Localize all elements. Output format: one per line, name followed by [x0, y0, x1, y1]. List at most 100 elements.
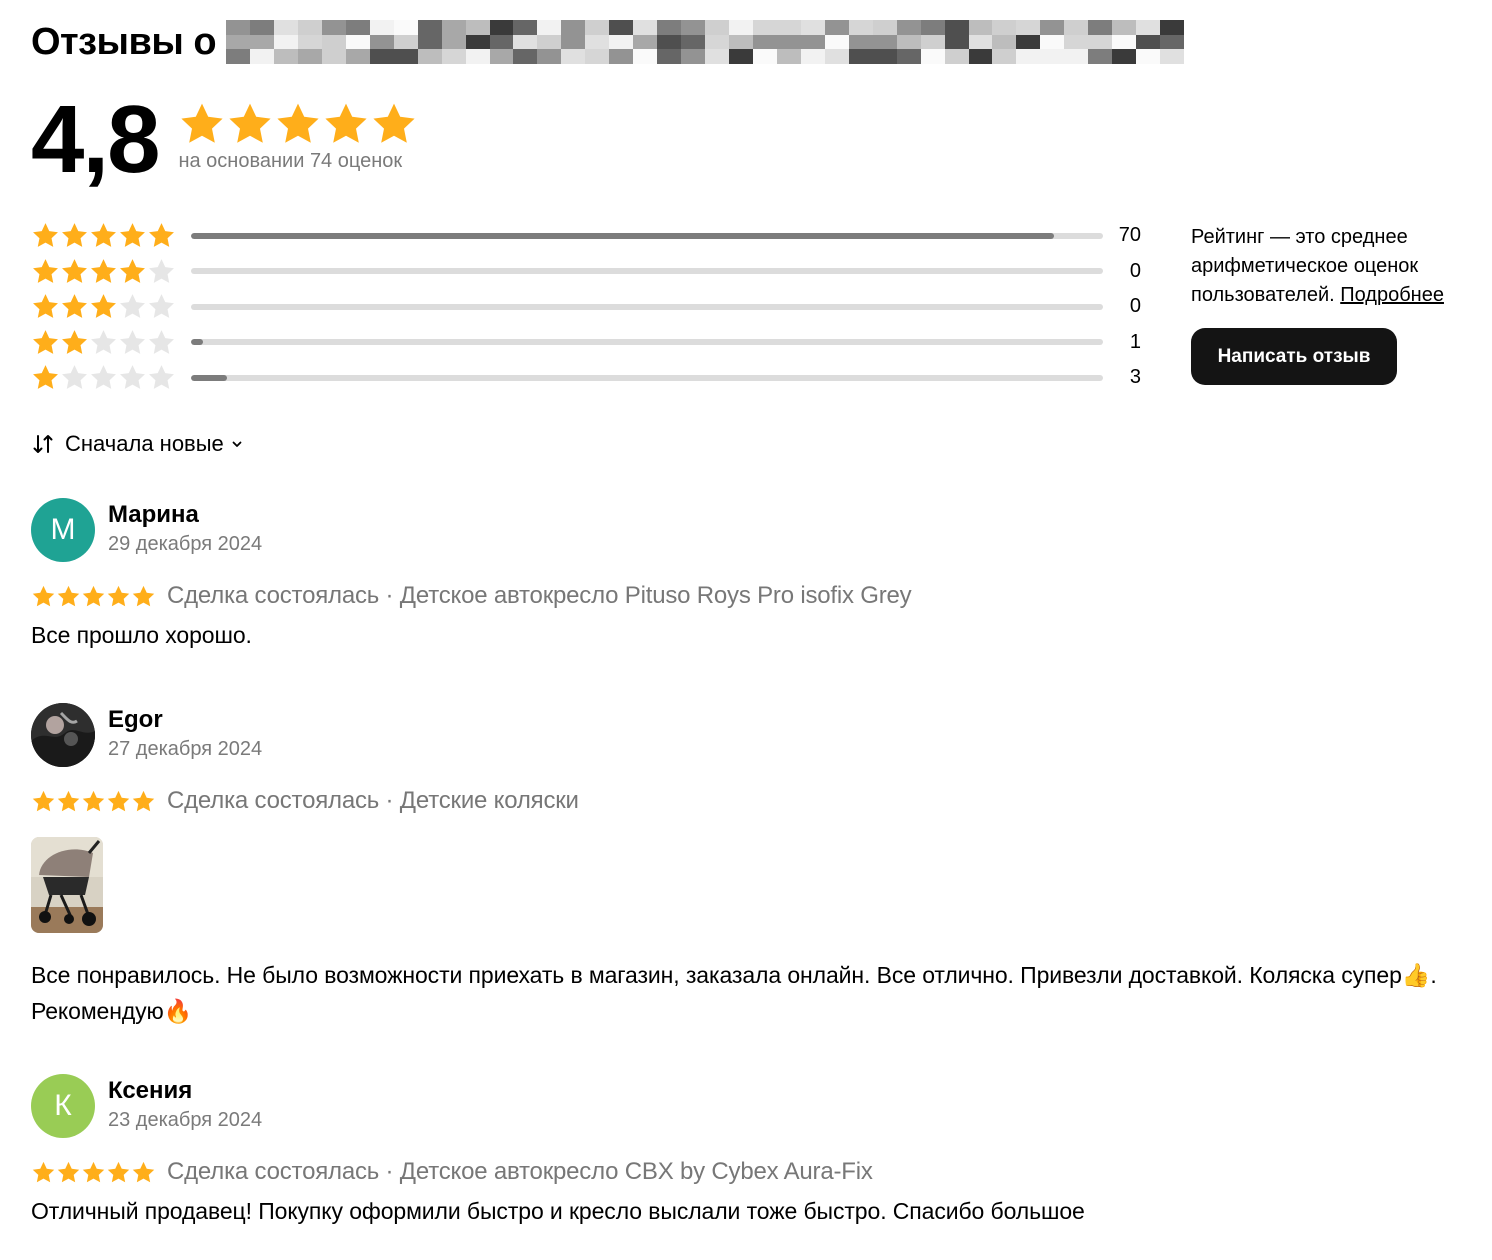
mosaic-cell: [441, 20, 466, 35]
star-filled-icon: [107, 790, 130, 811]
star-filled-icon: [149, 223, 174, 248]
mosaic-cell: [729, 20, 753, 35]
star-filled-icon: [181, 103, 224, 143]
star-filled-icon: [82, 790, 105, 811]
review-date: 27 декабря 2024: [108, 738, 263, 760]
mosaic-cell: [585, 20, 610, 35]
star-filled-icon: [277, 103, 320, 143]
mosaic-cell: [1088, 49, 1113, 64]
distribution-stars: [31, 328, 176, 357]
avatar[interactable]: К: [31, 1074, 95, 1138]
mosaic-cell: [1016, 34, 1041, 50]
sort-dropdown[interactable]: Сначала новые: [31, 428, 244, 460]
review-date: 29 декабря 2024: [108, 533, 263, 555]
stroller-photo-icon: [31, 837, 103, 933]
mosaic-cell: [513, 49, 538, 64]
mosaic-cell: [657, 20, 682, 35]
mosaic-cell: [1160, 49, 1185, 64]
mosaic-cell: [369, 34, 394, 50]
star-filled-icon: [132, 790, 155, 811]
deal-info: Сделка состоялась · Детское автокресло P…: [167, 582, 912, 609]
mosaic-cell: [657, 34, 682, 50]
star-empty-icon: [149, 258, 174, 283]
mosaic-cell: [920, 34, 945, 50]
avatar-photo-icon: [31, 703, 95, 767]
mosaic-cell: [489, 20, 514, 35]
star-filled-icon: [32, 1161, 55, 1182]
review-item: Egor 27 декабря 2024 Сделка состоялась ·…: [31, 703, 1461, 1029]
sort-icon: [33, 435, 53, 453]
star-filled-icon: [107, 585, 130, 606]
mosaic-cell: [1064, 49, 1089, 64]
mosaic-cell: [992, 34, 1017, 50]
star-empty-icon: [149, 365, 174, 390]
mosaic-cell: [633, 34, 658, 50]
distribution-row-2[interactable]: 1: [31, 325, 1141, 361]
distribution-row-5[interactable]: 70: [31, 218, 1141, 254]
mosaic-cell: [441, 34, 466, 50]
review-photo[interactable]: [31, 837, 103, 933]
mosaic-cell: [705, 49, 730, 64]
mosaic-cell: [226, 49, 251, 64]
avatar[interactable]: М: [31, 498, 95, 562]
reviewer-name[interactable]: Ксения: [108, 1076, 262, 1106]
mosaic-cell: [585, 49, 610, 64]
mosaic-cell: [992, 49, 1017, 64]
distribution-count: 0: [1129, 295, 1141, 318]
star-empty-icon: [120, 329, 145, 354]
reviewer-name[interactable]: Egor: [108, 705, 262, 735]
distribution-count: 70: [1118, 224, 1141, 247]
mosaic-cell: [297, 20, 322, 35]
mosaic-cell: [609, 20, 634, 35]
distribution-row-3[interactable]: 0: [31, 289, 1141, 325]
mosaic-cell: [226, 20, 251, 35]
mosaic-cell: [345, 49, 370, 64]
mosaic-cell: [752, 34, 777, 50]
chevron-down-icon: [232, 441, 242, 447]
distribution-bar: [191, 303, 1103, 310]
mosaic-cell: [465, 34, 490, 50]
mosaic-cell: [944, 20, 969, 35]
reviewer-name[interactable]: Марина: [108, 500, 262, 530]
star-filled-icon: [33, 329, 58, 354]
mosaic-cell: [633, 49, 658, 64]
mosaic-cell: [321, 34, 346, 50]
mosaic-cell: [513, 20, 538, 35]
distribution-row-4[interactable]: 0: [31, 254, 1141, 290]
mosaic-cell: [537, 34, 562, 50]
mosaic-cell: [369, 20, 394, 35]
mosaic-cell: [872, 20, 897, 35]
distribution-stars: [31, 257, 176, 286]
star-filled-icon: [57, 790, 80, 811]
mosaic-cell: [776, 20, 801, 35]
rating-summary: 4,8 на основании 74 оценок: [31, 92, 418, 188]
mosaic-cell: [273, 20, 298, 35]
reviews-header: Отзывы о: [31, 18, 1185, 66]
mosaic-cell: [657, 49, 682, 64]
star-filled-icon: [33, 258, 58, 283]
mosaic-cell: [776, 34, 801, 50]
avatar[interactable]: [31, 703, 95, 767]
mosaic-cell: [896, 20, 921, 35]
star-filled-icon: [62, 294, 87, 319]
more-link[interactable]: Подробнее: [1340, 284, 1444, 306]
mosaic-cell: [609, 49, 634, 64]
mosaic-cell: [848, 49, 873, 64]
mosaic-cell: [752, 49, 777, 64]
mosaic-cell: [297, 49, 322, 64]
mosaic-cell: [1088, 20, 1113, 35]
review-text: Все прошло хорошо.: [31, 622, 252, 648]
distribution-bar: [191, 268, 1103, 275]
write-review-button[interactable]: Написать отзыв: [1191, 328, 1397, 385]
distribution-row-1[interactable]: 3: [31, 360, 1141, 396]
mosaic-cell: [537, 20, 562, 35]
review-stars: [31, 1160, 156, 1185]
star-empty-icon: [120, 294, 145, 319]
mosaic-cell: [1136, 49, 1161, 64]
mosaic-cell: [1136, 20, 1161, 35]
star-filled-icon: [33, 223, 58, 248]
mosaic-cell: [681, 34, 706, 50]
mosaic-cell: [393, 49, 418, 64]
mosaic-cell: [848, 20, 873, 35]
mosaic-cell: [561, 34, 586, 50]
